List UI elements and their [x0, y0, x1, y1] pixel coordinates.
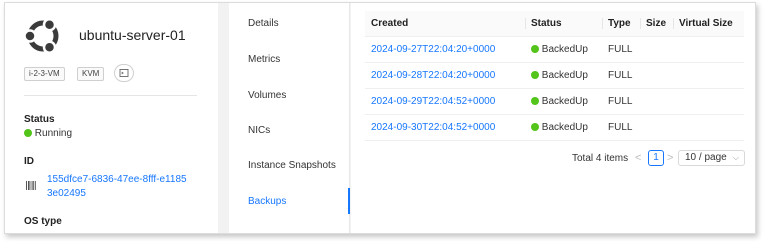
backup-type-cell: FULL — [602, 62, 640, 89]
console-icon — [119, 69, 129, 77]
os-type-label: OS type — [24, 216, 62, 227]
barcode-icon[interactable] — [26, 181, 36, 190]
view-console-button[interactable] — [114, 64, 134, 82]
window-frame: ubuntu-server-01 i-2-3-VM KVM Status Run… — [4, 2, 756, 234]
page-size-select[interactable]: 10 / page ⌵ — [678, 150, 745, 166]
chevron-down-icon: ⌵ — [732, 153, 739, 162]
active-tab-indicator — [348, 188, 350, 214]
backup-status-cell: BackedUp — [525, 114, 602, 141]
running-status-dot — [24, 129, 32, 138]
backup-virtual-size-cell — [673, 62, 744, 89]
pagination-next-button[interactable]: > — [667, 152, 673, 164]
backup-size-cell — [640, 62, 673, 89]
table-row: 2024-09-28T22:04:20+0000 BackedUp FULL — [365, 62, 744, 89]
column-header-virtual-size[interactable]: Virtual Size — [673, 11, 744, 37]
instance-tabs: Details Metrics Volumes NICs Instance Sn… — [229, 3, 350, 233]
table-row: 2024-09-29T22:04:52+0000 BackedUp FULL — [365, 88, 744, 115]
column-header-type[interactable]: Type — [602, 11, 640, 37]
status-dot — [531, 122, 539, 131]
backup-created-link[interactable]: 2024-09-30T22:04:52+0000 — [365, 114, 525, 141]
tab-details[interactable]: Details — [248, 18, 279, 29]
instance-id-link[interactable]: 155dfce7-6836-47ee-8fff-e1185 3e02495 — [47, 173, 207, 201]
id-label: ID — [24, 156, 34, 167]
backup-created-link[interactable]: 2024-09-28T22:04:20+0000 — [365, 62, 525, 89]
backup-type-cell: FULL — [602, 114, 640, 141]
status-dot — [531, 44, 539, 53]
tab-volumes[interactable]: Volumes — [248, 90, 286, 101]
instance-id-line-1: 155dfce7-6836-47ee-8fff-e1185 — [47, 174, 187, 185]
instance-id-line-2: 3e02495 — [47, 188, 86, 199]
backup-virtual-size-cell — [673, 88, 744, 115]
backup-virtual-size-cell — [673, 114, 744, 141]
status-dot — [531, 96, 539, 105]
backups-table: Created Status Type Size Virtual Size 20… — [365, 11, 744, 141]
backup-size-cell — [640, 114, 673, 141]
backup-size-cell — [640, 88, 673, 115]
tab-nics[interactable]: NICs — [248, 125, 270, 136]
column-header-status[interactable]: Status — [525, 11, 602, 37]
instance-info-panel: ubuntu-server-01 i-2-3-VM KVM Status Run… — [5, 3, 218, 233]
backup-created-link[interactable]: 2024-09-29T22:04:52+0000 — [365, 88, 525, 115]
backup-status-text: BackedUp — [541, 69, 588, 81]
backup-created-link[interactable]: 2024-09-27T22:04:20+0000 — [365, 36, 525, 63]
column-header-created[interactable]: Created — [365, 11, 525, 37]
backup-status-text: BackedUp — [541, 121, 588, 133]
status-label: Status — [24, 114, 55, 125]
column-header-size[interactable]: Size — [640, 11, 673, 37]
table-header-row: Created Status Type Size Virtual Size — [365, 11, 744, 37]
backup-status-text: BackedUp — [541, 95, 588, 107]
backup-status-cell: BackedUp — [525, 36, 602, 63]
backup-size-cell — [640, 36, 673, 63]
backup-type-cell: FULL — [602, 88, 640, 115]
tab-backups[interactable]: Backups — [248, 196, 286, 207]
instance-internal-name-tag: i-2-3-VM — [24, 67, 65, 81]
backup-status-cell: BackedUp — [525, 62, 602, 89]
instance-name: ubuntu-server-01 — [79, 27, 186, 43]
pagination-prev-button[interactable]: < — [635, 152, 641, 164]
tab-metrics[interactable]: Metrics — [248, 54, 280, 65]
pagination-total: Total 4 items — [572, 153, 629, 164]
info-divider — [24, 95, 197, 96]
status-text: Running — [34, 128, 73, 139]
page-size-value: 10 / page — [685, 152, 727, 163]
tab-instance-snapshots[interactable]: Instance Snapshots — [248, 160, 336, 171]
hypervisor-tag: KVM — [77, 67, 105, 81]
backup-virtual-size-cell — [673, 36, 744, 63]
backup-type-cell: FULL — [602, 36, 640, 63]
backups-panel: Created Status Type Size Virtual Size 20… — [351, 3, 755, 233]
pagination-page-1[interactable]: 1 — [648, 150, 664, 166]
status-dot — [531, 70, 539, 79]
backup-status-text: BackedUp — [541, 43, 588, 55]
table-row: 2024-09-30T22:04:52+0000 BackedUp FULL — [365, 114, 744, 141]
status-value: Running — [24, 128, 72, 139]
ubuntu-logo-icon — [23, 17, 59, 55]
table-row: 2024-09-27T22:04:20+0000 BackedUp FULL — [365, 36, 744, 63]
backup-status-cell: BackedUp — [525, 88, 602, 115]
